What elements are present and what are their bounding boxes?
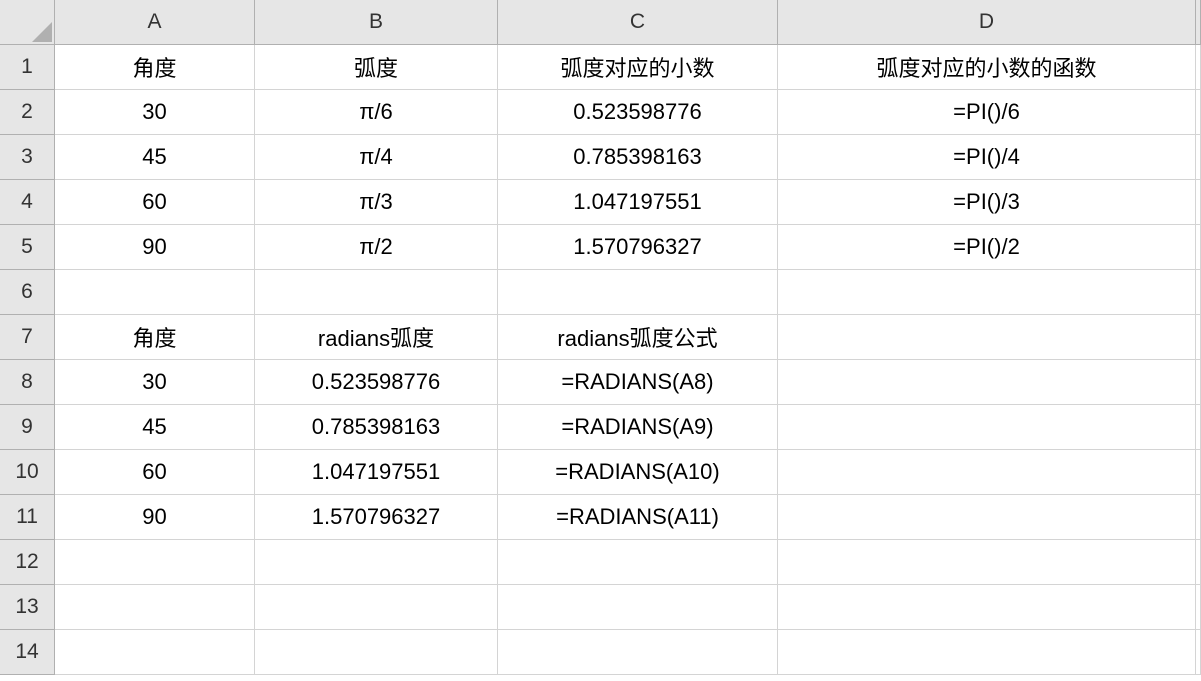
cell-B13[interactable]	[255, 585, 498, 630]
row-header-4[interactable]: 4	[0, 180, 55, 225]
cell-D3[interactable]: =PI()/4	[778, 135, 1196, 180]
cell-B4[interactable]: π/3	[255, 180, 498, 225]
cell-D2[interactable]: =PI()/6	[778, 90, 1196, 135]
cell-B1[interactable]: 弧度	[255, 45, 498, 90]
cell-A1[interactable]: 角度	[55, 45, 255, 90]
cell-stub[interactable]	[1196, 450, 1201, 495]
select-all-triangle-icon	[32, 22, 52, 42]
cell-C2[interactable]: 0.523598776	[498, 90, 778, 135]
cell-C1[interactable]: 弧度对应的小数	[498, 45, 778, 90]
row-header-11[interactable]: 11	[0, 495, 55, 540]
cell-C9[interactable]: =RADIANS(A9)	[498, 405, 778, 450]
cell-stub[interactable]	[1196, 135, 1201, 180]
cell-B6[interactable]	[255, 270, 498, 315]
cell-stub[interactable]	[1196, 630, 1201, 675]
cell-B3[interactable]: π/4	[255, 135, 498, 180]
cell-D1[interactable]: 弧度对应的小数的函数	[778, 45, 1196, 90]
cell-C10[interactable]: =RADIANS(A10)	[498, 450, 778, 495]
select-all-corner[interactable]	[0, 0, 55, 45]
row-header-10[interactable]: 10	[0, 450, 55, 495]
col-header-D[interactable]: D	[778, 0, 1196, 45]
cell-stub[interactable]	[1196, 585, 1201, 630]
cell-C12[interactable]	[498, 540, 778, 585]
cell-C6[interactable]	[498, 270, 778, 315]
col-header-next[interactable]	[1196, 0, 1201, 45]
row-header-3[interactable]: 3	[0, 135, 55, 180]
cell-B8[interactable]: 0.523598776	[255, 360, 498, 405]
cell-B14[interactable]	[255, 630, 498, 675]
cell-stub[interactable]	[1196, 270, 1201, 315]
cell-C3[interactable]: 0.785398163	[498, 135, 778, 180]
cell-B12[interactable]	[255, 540, 498, 585]
cell-stub[interactable]	[1196, 90, 1201, 135]
cell-stub[interactable]	[1196, 180, 1201, 225]
row-header-1[interactable]: 1	[0, 45, 55, 90]
cell-D13[interactable]	[778, 585, 1196, 630]
cell-stub[interactable]	[1196, 225, 1201, 270]
cell-B11[interactable]: 1.570796327	[255, 495, 498, 540]
row-header-12[interactable]: 12	[0, 540, 55, 585]
col-header-A[interactable]: A	[55, 0, 255, 45]
row-header-6[interactable]: 6	[0, 270, 55, 315]
cell-D7[interactable]	[778, 315, 1196, 360]
cell-B10[interactable]: 1.047197551	[255, 450, 498, 495]
cell-C7[interactable]: radians弧度公式	[498, 315, 778, 360]
col-header-C[interactable]: C	[498, 0, 778, 45]
cell-A3[interactable]: 45	[55, 135, 255, 180]
cell-A10[interactable]: 60	[55, 450, 255, 495]
cell-D11[interactable]	[778, 495, 1196, 540]
cell-B9[interactable]: 0.785398163	[255, 405, 498, 450]
cell-B7[interactable]: radians弧度	[255, 315, 498, 360]
row-header-8[interactable]: 8	[0, 360, 55, 405]
row-header-14[interactable]: 14	[0, 630, 55, 675]
row-header-2[interactable]: 2	[0, 90, 55, 135]
cell-A2[interactable]: 30	[55, 90, 255, 135]
cell-D10[interactable]	[778, 450, 1196, 495]
cell-stub[interactable]	[1196, 315, 1201, 360]
cell-C14[interactable]	[498, 630, 778, 675]
cell-B5[interactable]: π/2	[255, 225, 498, 270]
row-header-13[interactable]: 13	[0, 585, 55, 630]
row-header-9[interactable]: 9	[0, 405, 55, 450]
cell-B2[interactable]: π/6	[255, 90, 498, 135]
cell-stub[interactable]	[1196, 45, 1201, 90]
cell-stub[interactable]	[1196, 360, 1201, 405]
cell-D12[interactable]	[778, 540, 1196, 585]
spreadsheet-grid: A B C D 1 角度 弧度 弧度对应的小数 弧度对应的小数的函数 2 30 …	[0, 0, 1201, 675]
cell-stub[interactable]	[1196, 495, 1201, 540]
cell-C13[interactable]	[498, 585, 778, 630]
cell-C5[interactable]: 1.570796327	[498, 225, 778, 270]
cell-stub[interactable]	[1196, 540, 1201, 585]
row-header-7[interactable]: 7	[0, 315, 55, 360]
cell-A14[interactable]	[55, 630, 255, 675]
cell-stub[interactable]	[1196, 405, 1201, 450]
cell-D9[interactable]	[778, 405, 1196, 450]
cell-A8[interactable]: 30	[55, 360, 255, 405]
cell-A13[interactable]	[55, 585, 255, 630]
cell-A11[interactable]: 90	[55, 495, 255, 540]
cell-A4[interactable]: 60	[55, 180, 255, 225]
cell-D14[interactable]	[778, 630, 1196, 675]
cell-A7[interactable]: 角度	[55, 315, 255, 360]
cell-A6[interactable]	[55, 270, 255, 315]
row-header-5[interactable]: 5	[0, 225, 55, 270]
cell-A12[interactable]	[55, 540, 255, 585]
cell-D4[interactable]: =PI()/3	[778, 180, 1196, 225]
col-header-B[interactable]: B	[255, 0, 498, 45]
cell-C8[interactable]: =RADIANS(A8)	[498, 360, 778, 405]
cell-A5[interactable]: 90	[55, 225, 255, 270]
cell-A9[interactable]: 45	[55, 405, 255, 450]
cell-D8[interactable]	[778, 360, 1196, 405]
cell-D6[interactable]	[778, 270, 1196, 315]
cell-C4[interactable]: 1.047197551	[498, 180, 778, 225]
cell-D5[interactable]: =PI()/2	[778, 225, 1196, 270]
cell-C11[interactable]: =RADIANS(A11)	[498, 495, 778, 540]
